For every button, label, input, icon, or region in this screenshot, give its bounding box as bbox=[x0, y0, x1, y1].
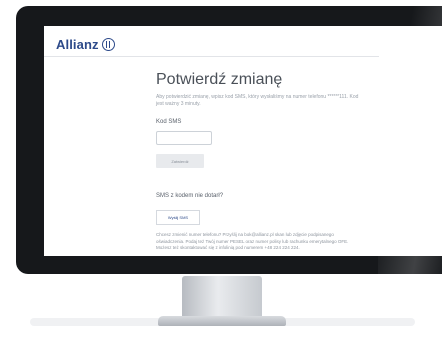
sms-code-label: Kod SMS bbox=[156, 119, 182, 125]
intro-text: Aby potwierdzić zmianę, wpisz kod SMS, k… bbox=[156, 94, 359, 107]
page-title: Potwierdź zmianę bbox=[156, 71, 283, 88]
sms-code-input[interactable] bbox=[156, 131, 212, 145]
logo-wordmark: Allianz bbox=[56, 37, 99, 52]
allianz-eagle-icon bbox=[101, 38, 115, 51]
sms-not-received-heading: SMS z kodem nie dotarł? bbox=[156, 193, 224, 199]
monitor-base bbox=[158, 316, 286, 326]
change-phone-note: Chcesz zmienić numer telefonu? Przyślij … bbox=[156, 232, 349, 250]
monitor-bezel: Allianz Potwierdź zmianę Aby potwierdzić… bbox=[16, 6, 442, 274]
resend-sms-button[interactable]: Wyślij SMS bbox=[156, 210, 200, 225]
allianz-logo[interactable]: Allianz bbox=[56, 37, 115, 52]
confirm-button[interactable]: Zatwierdź bbox=[156, 154, 204, 168]
screen: Allianz Potwierdź zmianę Aby potwierdzić… bbox=[44, 26, 442, 256]
header-divider bbox=[44, 56, 379, 57]
